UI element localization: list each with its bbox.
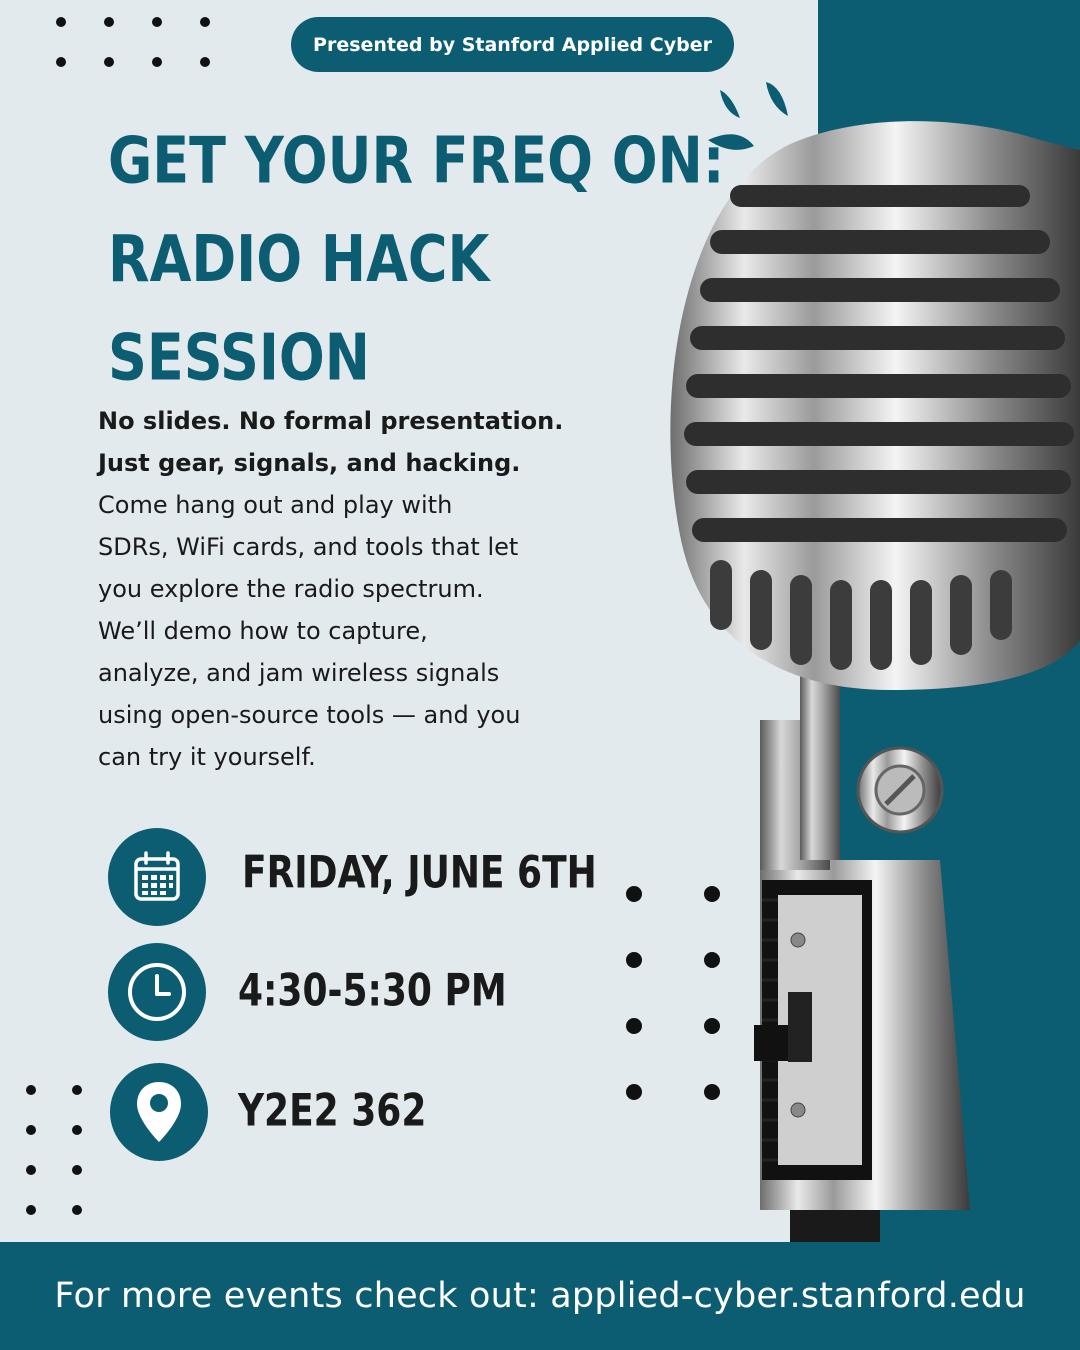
event-location: Y2E2 362 [238, 1085, 427, 1137]
description-line: Come hang out and play with [98, 491, 453, 519]
description-line: can try it yourself. [98, 743, 316, 771]
description-line: you explore the radio spectrum. [98, 575, 484, 603]
description-line: analyze, and jam wireless signals [98, 659, 500, 687]
title-line-3: SESSION [108, 320, 370, 396]
presenter-text: Presented by Stanford Applied Cyber [313, 33, 712, 56]
description-bold-line-1: No slides. No formal presentation. [98, 407, 564, 435]
clock-icon [108, 943, 206, 1041]
event-title: GET YOUR FREQ ON: RADIO HACK SESSION [108, 112, 725, 407]
decorative-dots-top-left [56, 17, 216, 71]
description-line: SDRs, WiFi cards, and tools that let [98, 533, 519, 561]
calendar-icon [108, 828, 206, 926]
event-time: 4:30-5:30 PM [238, 965, 507, 1017]
title-line-1: GET YOUR FREQ ON: [108, 123, 725, 199]
location-pin-icon [110, 1063, 208, 1161]
event-description: No slides. No formal presentation. Just … [98, 400, 658, 778]
description-bold-line-2: Just gear, signals, and hacking. [98, 449, 521, 477]
footer-banner: For more events check out: applied-cyber… [0, 1242, 1080, 1350]
presenter-badge: Presented by Stanford Applied Cyber [291, 17, 734, 72]
footer-link-text[interactable]: For more events check out: applied-cyber… [54, 1276, 1025, 1316]
event-flyer: Presented by Stanford Applied Cyber GET … [0, 0, 1080, 1350]
description-line: We’ll demo how to capture, [98, 617, 428, 645]
decorative-dots-bottom-left [26, 1085, 86, 1215]
event-date: FRIDAY, JUNE 6TH [242, 847, 597, 899]
title-line-2: RADIO HACK [108, 222, 490, 298]
decorative-dots-middle [626, 886, 722, 1106]
description-line: using open-source tools — and you [98, 701, 521, 729]
